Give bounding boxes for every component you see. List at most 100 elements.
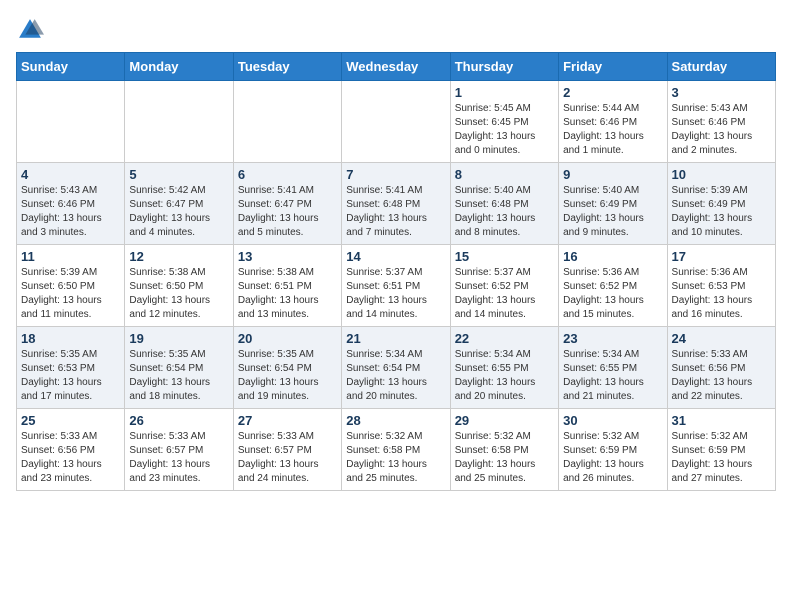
day-number: 24 xyxy=(672,331,771,346)
calendar-cell: 8 Sunrise: 5:40 AM Sunset: 6:48 PM Daylig… xyxy=(450,163,558,245)
calendar-cell: 16 Sunrise: 5:36 AM Sunset: 6:52 PM Dayli… xyxy=(559,245,667,327)
day-number: 2 xyxy=(563,85,662,100)
calendar-cell: 25 Sunrise: 5:33 AM Sunset: 6:56 PM Dayli… xyxy=(17,409,125,491)
calendar-cell: 26Sunrise: 5:33 AM Sunset: 6:57 PM Dayli… xyxy=(125,409,233,491)
day-info: Sunrise: 5:40 AM Sunset: 6:48 PM Dayligh… xyxy=(455,184,554,240)
calendar-cell: 14Sunrise: 5:37 AM Sunset: 6:51 PM Dayli… xyxy=(342,245,450,327)
day-number: 19 xyxy=(129,331,228,346)
day-info: Sunrise: 5:32 AM Sunset: 6:58 PM Dayligh… xyxy=(455,430,554,486)
calendar-week-row: 4 Sunrise: 5:43 AM Sunset: 6:46 PM Daylig… xyxy=(17,163,776,245)
day-info: Sunrise: 5:32 AM Sunset: 6:59 PM Dayligh… xyxy=(563,430,662,486)
calendar-cell xyxy=(125,81,233,163)
day-number: 21 xyxy=(346,331,445,346)
calendar-cell: 29 Sunrise: 5:32 AM Sunset: 6:58 PM Dayli… xyxy=(450,409,558,491)
day-number: 28 xyxy=(346,413,445,428)
day-number: 16 xyxy=(563,249,662,264)
day-info: Sunrise: 5:39 AM Sunset: 6:50 PM Dayligh… xyxy=(21,266,120,322)
calendar-cell: 19 Sunrise: 5:35 AM Sunset: 6:54 PM Dayli… xyxy=(125,327,233,409)
day-number: 1 xyxy=(455,85,554,100)
day-number: 7 xyxy=(346,167,445,182)
calendar-cell: 28 Sunrise: 5:32 AM Sunset: 6:58 PM Dayli… xyxy=(342,409,450,491)
day-info: Sunrise: 5:42 AM Sunset: 6:47 PM Dayligh… xyxy=(129,184,228,240)
calendar-cell xyxy=(342,81,450,163)
day-info: Sunrise: 5:32 AM Sunset: 6:58 PM Dayligh… xyxy=(346,430,445,486)
day-info: Sunrise: 5:37 AM Sunset: 6:51 PM Dayligh… xyxy=(346,266,445,322)
day-info: Sunrise: 5:44 AM Sunset: 6:46 PM Dayligh… xyxy=(563,102,662,158)
day-number: 11 xyxy=(21,249,120,264)
calendar-cell: 17Sunrise: 5:36 AM Sunset: 6:53 PM Dayli… xyxy=(667,245,775,327)
page-header xyxy=(16,16,776,44)
day-info: Sunrise: 5:34 AM Sunset: 6:55 PM Dayligh… xyxy=(563,348,662,404)
day-info: Sunrise: 5:36 AM Sunset: 6:52 PM Dayligh… xyxy=(563,266,662,322)
day-number: 17 xyxy=(672,249,771,264)
day-info: Sunrise: 5:43 AM Sunset: 6:46 PM Dayligh… xyxy=(672,102,771,158)
calendar-cell: 20 Sunrise: 5:35 AM Sunset: 6:54 PM Dayli… xyxy=(233,327,341,409)
calendar-cell: 6 Sunrise: 5:41 AM Sunset: 6:47 PM Daylig… xyxy=(233,163,341,245)
day-info: Sunrise: 5:45 AM Sunset: 6:45 PM Dayligh… xyxy=(455,102,554,158)
day-info: Sunrise: 5:38 AM Sunset: 6:51 PM Dayligh… xyxy=(238,266,337,322)
weekday-header: Friday xyxy=(559,53,667,81)
day-number: 30 xyxy=(563,413,662,428)
logo-icon xyxy=(16,16,44,44)
day-info: Sunrise: 5:34 AM Sunset: 6:55 PM Dayligh… xyxy=(455,348,554,404)
day-info: Sunrise: 5:41 AM Sunset: 6:47 PM Dayligh… xyxy=(238,184,337,240)
day-number: 15 xyxy=(455,249,554,264)
calendar-cell: 30 Sunrise: 5:32 AM Sunset: 6:59 PM Dayli… xyxy=(559,409,667,491)
day-number: 6 xyxy=(238,167,337,182)
calendar-cell: 22 Sunrise: 5:34 AM Sunset: 6:55 PM Dayli… xyxy=(450,327,558,409)
calendar-cell: 9Sunrise: 5:40 AM Sunset: 6:49 PM Daylig… xyxy=(559,163,667,245)
day-info: Sunrise: 5:41 AM Sunset: 6:48 PM Dayligh… xyxy=(346,184,445,240)
calendar-cell: 10 Sunrise: 5:39 AM Sunset: 6:49 PM Dayli… xyxy=(667,163,775,245)
day-number: 18 xyxy=(21,331,120,346)
day-info: Sunrise: 5:34 AM Sunset: 6:54 PM Dayligh… xyxy=(346,348,445,404)
weekday-header: Sunday xyxy=(17,53,125,81)
day-info: Sunrise: 5:35 AM Sunset: 6:53 PM Dayligh… xyxy=(21,348,120,404)
weekday-header: Thursday xyxy=(450,53,558,81)
day-info: Sunrise: 5:37 AM Sunset: 6:52 PM Dayligh… xyxy=(455,266,554,322)
day-info: Sunrise: 5:32 AM Sunset: 6:59 PM Dayligh… xyxy=(672,430,771,486)
weekday-header: Wednesday xyxy=(342,53,450,81)
calendar-cell: 27Sunrise: 5:33 AM Sunset: 6:57 PM Dayli… xyxy=(233,409,341,491)
weekday-header: Tuesday xyxy=(233,53,341,81)
calendar-header-row: SundayMondayTuesdayWednesdayThursdayFrid… xyxy=(17,53,776,81)
calendar-cell: 5Sunrise: 5:42 AM Sunset: 6:47 PM Daylig… xyxy=(125,163,233,245)
day-info: Sunrise: 5:39 AM Sunset: 6:49 PM Dayligh… xyxy=(672,184,771,240)
calendar-cell: 1 Sunrise: 5:45 AM Sunset: 6:45 PM Daylig… xyxy=(450,81,558,163)
calendar-cell: 12 Sunrise: 5:38 AM Sunset: 6:50 PM Dayli… xyxy=(125,245,233,327)
calendar-cell: 13 Sunrise: 5:38 AM Sunset: 6:51 PM Dayli… xyxy=(233,245,341,327)
day-number: 29 xyxy=(455,413,554,428)
calendar-week-row: 11 Sunrise: 5:39 AM Sunset: 6:50 PM Dayli… xyxy=(17,245,776,327)
calendar-table: SundayMondayTuesdayWednesdayThursdayFrid… xyxy=(16,52,776,491)
calendar-cell: 24 Sunrise: 5:33 AM Sunset: 6:56 PM Dayli… xyxy=(667,327,775,409)
calendar-cell: 11 Sunrise: 5:39 AM Sunset: 6:50 PM Dayli… xyxy=(17,245,125,327)
day-number: 25 xyxy=(21,413,120,428)
calendar-cell xyxy=(233,81,341,163)
day-number: 26 xyxy=(129,413,228,428)
day-info: Sunrise: 5:33 AM Sunset: 6:56 PM Dayligh… xyxy=(21,430,120,486)
day-number: 13 xyxy=(238,249,337,264)
day-info: Sunrise: 5:35 AM Sunset: 6:54 PM Dayligh… xyxy=(238,348,337,404)
day-info: Sunrise: 5:33 AM Sunset: 6:57 PM Dayligh… xyxy=(238,430,337,486)
day-info: Sunrise: 5:35 AM Sunset: 6:54 PM Dayligh… xyxy=(129,348,228,404)
calendar-week-row: 25 Sunrise: 5:33 AM Sunset: 6:56 PM Dayli… xyxy=(17,409,776,491)
calendar-week-row: 18 Sunrise: 5:35 AM Sunset: 6:53 PM Dayli… xyxy=(17,327,776,409)
day-info: Sunrise: 5:40 AM Sunset: 6:49 PM Dayligh… xyxy=(563,184,662,240)
day-info: Sunrise: 5:33 AM Sunset: 6:56 PM Dayligh… xyxy=(672,348,771,404)
day-info: Sunrise: 5:43 AM Sunset: 6:46 PM Dayligh… xyxy=(21,184,120,240)
weekday-header: Saturday xyxy=(667,53,775,81)
day-number: 10 xyxy=(672,167,771,182)
calendar-cell: 31Sunrise: 5:32 AM Sunset: 6:59 PM Dayli… xyxy=(667,409,775,491)
calendar-cell: 18 Sunrise: 5:35 AM Sunset: 6:53 PM Dayli… xyxy=(17,327,125,409)
day-number: 8 xyxy=(455,167,554,182)
logo xyxy=(16,16,48,44)
day-number: 23 xyxy=(563,331,662,346)
day-number: 12 xyxy=(129,249,228,264)
calendar-cell: 15 Sunrise: 5:37 AM Sunset: 6:52 PM Dayli… xyxy=(450,245,558,327)
calendar-week-row: 1 Sunrise: 5:45 AM Sunset: 6:45 PM Daylig… xyxy=(17,81,776,163)
day-number: 22 xyxy=(455,331,554,346)
calendar-cell: 21 Sunrise: 5:34 AM Sunset: 6:54 PM Dayli… xyxy=(342,327,450,409)
calendar-cell: 23 Sunrise: 5:34 AM Sunset: 6:55 PM Dayli… xyxy=(559,327,667,409)
day-info: Sunrise: 5:38 AM Sunset: 6:50 PM Dayligh… xyxy=(129,266,228,322)
day-number: 4 xyxy=(21,167,120,182)
day-number: 20 xyxy=(238,331,337,346)
